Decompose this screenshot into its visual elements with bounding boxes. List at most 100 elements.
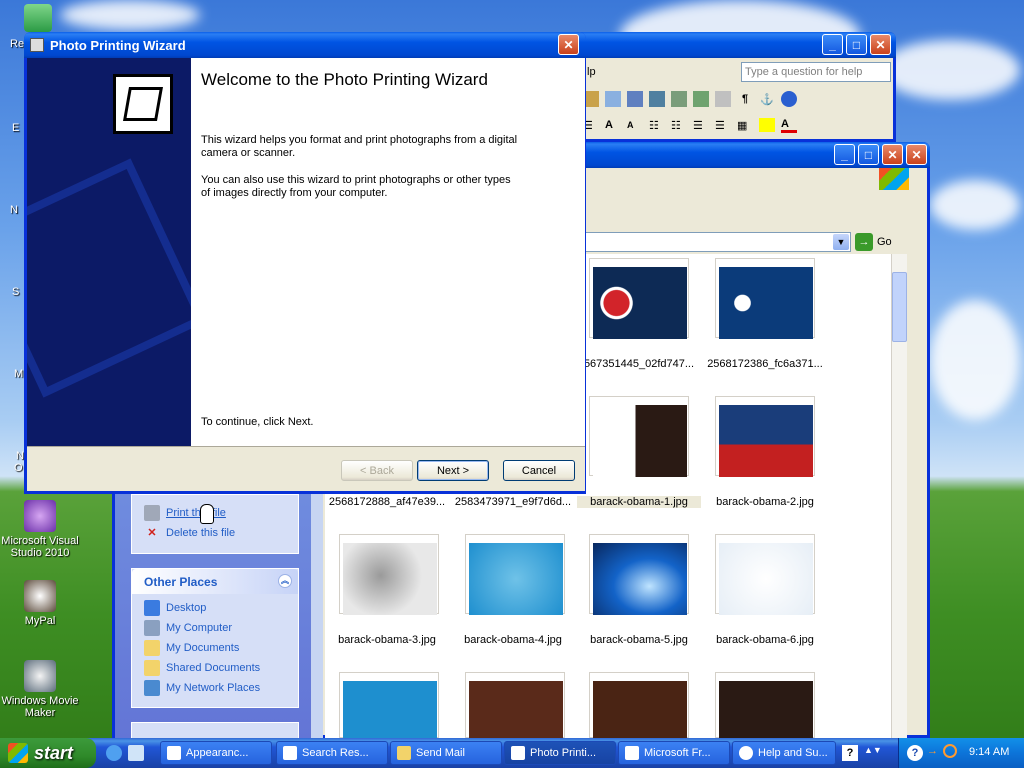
thumbnail-label: barack-obama-1.jpg [577,496,701,508]
task-label: Delete this file [166,527,236,539]
place-desktop[interactable]: Desktop [132,598,298,618]
thumbnail[interactable] [715,534,815,615]
next-button[interactable]: Next > [417,460,489,481]
visual-studio-shortcut[interactable]: Microsoft Visual Studio 2010 [0,500,80,559]
desktop-cut-label: N [10,204,18,216]
thumbnail[interactable] [339,534,439,615]
wizard-watermark-icon [27,158,191,398]
thumbnail-label: barack-obama-6.jpg [716,634,814,646]
numbering-icon[interactable]: ☷ [649,119,665,132]
toolbar-icon[interactable] [605,91,621,107]
folder-icon [397,746,411,760]
anchor-icon[interactable]: ⚓ [759,93,775,106]
thumbnail[interactable] [589,672,689,739]
mypal-shortcut[interactable]: MyPal [0,580,80,627]
thumbnail[interactable] [589,258,689,339]
thumbnail[interactable] [589,534,689,615]
start-button[interactable]: start [0,738,96,768]
word-titlebar[interactable]: _ □ ✕ [560,32,896,58]
taskbar-item[interactable]: Microsoft Fr... [618,741,730,765]
other-places-box: Other Places ︽ Desktop My Computer My Do… [131,568,299,708]
maximize-icon[interactable]: □ [846,34,867,55]
place-label: Shared Documents [166,662,261,674]
thumbnail[interactable] [465,672,565,739]
font-color-icon[interactable]: A [781,118,797,133]
place-label: My Computer [166,622,233,634]
toolbar-icon[interactable] [715,91,731,107]
magnifier-icon[interactable] [943,744,957,758]
thumbnail[interactable] [339,672,439,739]
help-icon[interactable] [781,91,797,107]
highlight-icon[interactable] [759,118,775,132]
ie-icon[interactable] [106,745,122,761]
help-icon[interactable]: ? [907,745,923,761]
place-my-documents[interactable]: My Documents [132,638,298,658]
collapse-icon[interactable]: ︽ [278,574,292,588]
place-network[interactable]: My Network Places [132,678,298,698]
thumbnail[interactable] [715,396,815,477]
language-bar[interactable]: ? ▲▼ [842,745,892,761]
question-box[interactable]: Type a question for help [741,62,891,82]
taskbar-item-label: Send Mail [416,747,465,759]
help-icon[interactable]: ? [842,745,858,761]
print-file-link[interactable]: Print this file [132,503,298,523]
toolbar-icon[interactable] [649,91,665,107]
arrow-icon[interactable]: → [927,745,938,757]
delete-file-link[interactable]: ✕ Delete this file [132,523,298,543]
other-places-header[interactable]: Other Places ︽ [132,569,298,594]
thumbnail[interactable] [589,396,689,477]
wizard-continue-text: To continue, click Next. [201,416,314,428]
word-toolbar-2: ☰ A A ☷ ☷ ☰ ☰ ▦ A [583,114,873,136]
thumbnail[interactable] [465,534,565,615]
help-menu-fragment[interactable]: lp [587,66,596,78]
thumbnail[interactable] [715,258,815,339]
back-button[interactable]: < Back [341,460,413,481]
taskbar-item[interactable]: Send Mail [390,741,502,765]
close-icon[interactable]: ✕ [882,144,903,165]
movie-maker-shortcut[interactable]: Windows Movie Maker [0,660,80,719]
close-icon[interactable]: ✕ [870,34,891,55]
toolbar-icon[interactable] [693,91,709,107]
scroll-thumb[interactable] [892,272,907,342]
grow-font-icon[interactable]: A [605,119,621,131]
outdent-icon[interactable]: ☰ [715,119,731,132]
desktop-cut-label: O [14,462,23,474]
go-arrow-icon: → [855,233,873,251]
minimize-icon[interactable]: _ [822,34,843,55]
wizard-paragraph-1: This wizard helps you format and print p… [201,134,518,159]
go-button[interactable]: → Go [855,232,905,252]
place-my-computer[interactable]: My Computer [132,618,298,638]
maximize-icon[interactable]: □ [858,144,879,165]
close-icon[interactable]: ✕ [906,144,927,165]
border-icon[interactable]: ▦ [737,119,753,132]
file-view-scrollbar[interactable] [891,254,907,738]
place-shared-documents[interactable]: Shared Documents [132,658,298,678]
minimize-icon[interactable]: _ [834,144,855,165]
cancel-button[interactable]: Cancel [503,460,575,481]
language-options-icon[interactable]: ▲▼ [864,745,882,761]
indent-icon[interactable]: ☰ [693,119,709,132]
shrink-font-icon[interactable]: A [627,120,643,130]
taskbar-item[interactable]: Appearanc... [160,741,272,765]
pilcrow-icon[interactable]: ¶ [737,93,753,105]
toolbar-icon[interactable] [627,91,643,107]
thumbnail-label: 2568172386_fc6a371... [707,358,823,370]
wizard-window: Photo Printing Wizard ✕ Welcome to the P… [24,32,586,494]
bullets-icon[interactable]: ☷ [671,119,687,132]
toolbar-icon[interactable] [671,91,687,107]
taskbar-item[interactable]: Search Res... [276,741,388,765]
recycle-bin-icon[interactable] [24,4,52,32]
address-bar[interactable] [581,232,851,252]
wizard-titlebar[interactable]: Photo Printing Wizard ✕ [24,32,586,58]
clock[interactable]: 9:14 AM [969,746,1009,758]
folder-icon [144,640,160,656]
taskbar-item[interactable]: Help and Su... [732,741,836,765]
address-dropdown-icon[interactable]: ▼ [833,234,849,250]
show-desktop-icon[interactable] [128,745,144,761]
thumbnail[interactable] [715,672,815,739]
close-icon[interactable]: ✕ [558,34,579,55]
thumbnail-label: 567351445_02fd747... [583,358,695,370]
taskbar-item[interactable]: Photo Printi... [504,741,616,765]
application-icon [625,746,639,760]
taskbar-item-label: Help and Su... [758,747,828,759]
